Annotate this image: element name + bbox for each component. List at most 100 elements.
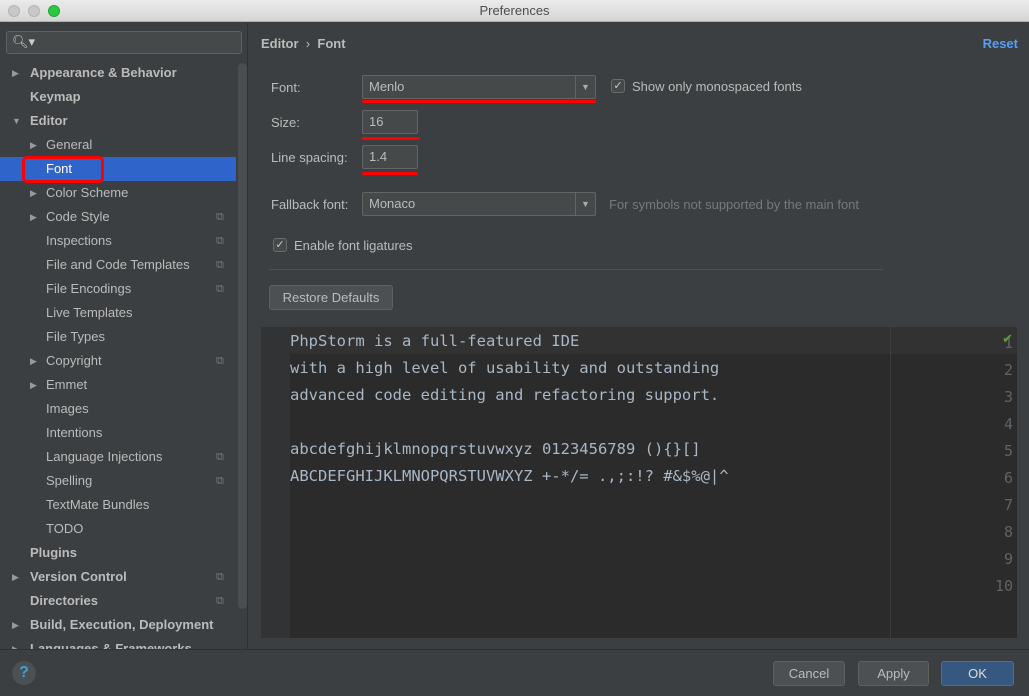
sidebar-item[interactable]: File Encodings⧉ <box>0 277 236 301</box>
breadcrumb-separator: › <box>306 36 310 51</box>
close-window-button[interactable] <box>8 5 20 17</box>
sidebar-item-label: TODO <box>46 517 83 541</box>
sidebar-item[interactable]: Keymap <box>0 85 236 109</box>
chevron-down-icon[interactable]: ▼ <box>12 109 21 133</box>
monospaced-checkbox[interactable]: ✓ <box>611 79 625 93</box>
title-bar: Preferences <box>0 0 1029 22</box>
sidebar-item[interactable]: ▶ Build, Execution, Deployment <box>0 613 236 637</box>
sidebar-item[interactable]: Language Injections ⧉ <box>0 445 236 469</box>
divider <box>269 269 883 270</box>
chevron-right-icon[interactable]: ▶ <box>12 565 19 589</box>
project-settings-icon: ⧉ <box>216 229 224 253</box>
font-highlight-annotation <box>22 156 104 183</box>
line-spacing-input[interactable]: 1.4 <box>362 145 418 169</box>
project-settings-icon: ⧉ <box>216 445 224 469</box>
reset-link[interactable]: Reset <box>983 36 1018 51</box>
preview-line: with a high level of usability and outst… <box>290 355 719 382</box>
chevron-right-icon[interactable]: ▶ <box>30 349 37 373</box>
font-preview-editor[interactable]: 1PhpStorm is a full-featured IDE2with a … <box>261 327 1017 638</box>
sidebar-item-label: Languages & Frameworks <box>30 637 192 649</box>
sidebar-item-label: Build, Execution, Deployment <box>30 613 213 637</box>
sidebar-item[interactable]: TextMate Bundles <box>0 493 236 517</box>
line-number: 5 <box>1004 442 1013 460</box>
breadcrumb: Editor › Font <box>261 36 346 51</box>
check-icon: ✔ <box>1002 331 1013 347</box>
size-label: Size: <box>271 115 300 130</box>
sidebar-item[interactable]: Live Templates <box>0 301 236 325</box>
line-number: 7 <box>1004 496 1013 514</box>
sidebar-item[interactable]: File Types <box>0 325 236 349</box>
settings-search-input[interactable]: 🔍︎▾ <box>6 31 242 54</box>
sidebar-item-label: File Types <box>46 325 105 349</box>
sidebar-item-label: Language Injections <box>46 445 162 469</box>
sidebar-item-label: General <box>46 133 92 157</box>
help-button[interactable]: ? <box>12 661 36 685</box>
chevron-right-icon[interactable]: ▶ <box>12 613 19 637</box>
sidebar-item[interactable]: Inspections ⧉ <box>0 229 236 253</box>
size-input[interactable]: 16 <box>362 110 418 134</box>
project-settings-icon: ⧉ <box>216 253 224 277</box>
cancel-button[interactable]: Cancel <box>773 661 845 686</box>
sidebar-item-label: Version Control <box>30 565 127 589</box>
ok-button[interactable]: OK <box>941 661 1014 686</box>
sidebar-item-label: Appearance & Behavior <box>30 61 177 85</box>
line-number: 10 <box>995 577 1013 595</box>
chevron-right-icon[interactable]: ▶ <box>12 61 19 85</box>
sidebar-item-label: Plugins <box>30 541 77 565</box>
ligatures-checkbox[interactable]: ✓ <box>273 238 287 252</box>
project-settings-icon: ⧉ <box>216 565 224 589</box>
sidebar-scrollbar[interactable] <box>238 63 247 609</box>
sidebar-item[interactable]: Directories⧉ <box>0 589 236 613</box>
preview-line: abcdefghijklmnopqrstuvwxyz 0123456789 ()… <box>290 436 701 463</box>
sidebar-item[interactable]: Spelling⧉ <box>0 469 236 493</box>
preview-line: ABCDEFGHIJKLMNOPQRSTUVWXYZ +-*/= .,;:!? … <box>290 463 729 490</box>
minimize-window-button[interactable] <box>28 5 40 17</box>
fallback-font-label: Fallback font: <box>271 197 348 212</box>
sidebar-item-label: Copyright <box>46 349 102 373</box>
fallback-font-select[interactable]: Monaco▼ <box>362 192 596 216</box>
preview-line: PhpStorm is a full-featured IDE <box>290 328 579 355</box>
settings-sidebar: 🔍︎▾ ▶Appearance & BehaviorKeymap▼Editor▶… <box>0 23 248 649</box>
sidebar-item-label: Images <box>46 397 89 421</box>
sidebar-item[interactable]: Plugins <box>0 541 236 565</box>
zoom-window-button[interactable] <box>48 5 60 17</box>
sidebar-item[interactable]: ▶ General <box>0 133 236 157</box>
sidebar-item[interactable]: ▶Color Scheme <box>0 181 236 205</box>
sidebar-item[interactable]: Images <box>0 397 236 421</box>
sidebar-item[interactable]: ▶ Version Control ⧉ <box>0 565 236 589</box>
line-number: 8 <box>1004 523 1013 541</box>
breadcrumb-parent: Editor <box>261 36 299 51</box>
sidebar-item-label: Code Style <box>46 205 110 229</box>
restore-defaults-button[interactable]: Restore Defaults <box>269 285 393 310</box>
sidebar-item[interactable]: ▶Emmet <box>0 373 236 397</box>
sidebar-item[interactable]: ▶Code Style⧉ <box>0 205 236 229</box>
sidebar-item-label: TextMate Bundles <box>46 493 149 517</box>
monospaced-label: Show only monospaced fonts <box>632 79 802 94</box>
chevron-right-icon[interactable]: ▶ <box>30 373 37 397</box>
chevron-right-icon[interactable]: ▶ <box>12 637 19 649</box>
sidebar-item[interactable]: ▼ Editor <box>0 109 236 133</box>
chevron-right-icon[interactable]: ▶ <box>30 181 37 205</box>
sidebar-item[interactable]: ▶ Copyright ⧉ <box>0 349 236 373</box>
chevron-right-icon[interactable]: ▶ <box>30 205 37 229</box>
fallback-font-value: Monaco <box>369 196 415 211</box>
sidebar-item-label: File Encodings <box>46 277 131 301</box>
font-label: Font: <box>271 80 301 95</box>
breadcrumb-current: Font <box>317 36 345 51</box>
sidebar-item-label: Inspections <box>46 229 112 253</box>
sidebar-item[interactable]: ▶ Appearance & Behavior <box>0 61 236 85</box>
font-select[interactable]: Menlo▼ <box>362 75 596 99</box>
sidebar-item[interactable]: ▶ Languages & Frameworks <box>0 637 236 649</box>
sidebar-item[interactable]: TODO <box>0 517 236 541</box>
sidebar-item-label: Keymap <box>30 85 81 109</box>
chevron-right-icon[interactable]: ▶ <box>30 133 37 157</box>
project-settings-icon: ⧉ <box>216 469 224 493</box>
sidebar-item[interactable]: File and Code Templates⧉ <box>0 253 236 277</box>
chevron-down-icon: ▼ <box>575 76 595 98</box>
line-number: 3 <box>1004 388 1013 406</box>
sidebar-item[interactable]: Intentions <box>0 421 236 445</box>
project-settings-icon: ⧉ <box>216 349 224 373</box>
spacing-underline-annotation <box>362 172 418 175</box>
apply-button[interactable]: Apply <box>858 661 929 686</box>
sidebar-item-label: Editor <box>30 109 68 133</box>
